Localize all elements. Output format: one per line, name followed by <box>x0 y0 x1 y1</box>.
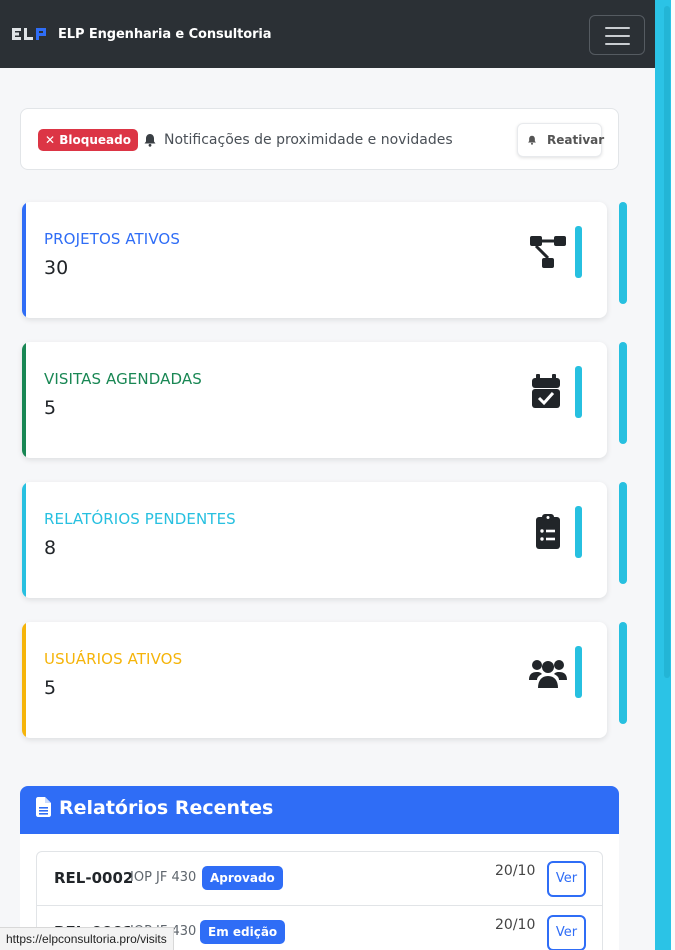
reactivate-label: Reativar <box>547 133 605 147</box>
stat-card-active-users[interactable]: USUÁRIOS ATIVOS 5 <box>22 622 607 738</box>
report-code: REL-0002 <box>54 869 134 887</box>
card-accent <box>22 482 26 598</box>
report-status-badge: Aprovado <box>202 866 283 890</box>
stat-value: 5 <box>44 397 57 419</box>
stat-label: PROJETOS ATIVOS <box>44 230 180 248</box>
clipboard-list-icon <box>536 514 560 549</box>
report-row[interactable]: REL-0002 IOP JF 430 Aprovado 20/10 Ver <box>37 852 602 905</box>
stat-value: 30 <box>44 257 69 279</box>
report-status-badge: Em edição <box>200 920 286 944</box>
stat-card-projects[interactable]: PROJETOS ATIVOS 30 <box>22 202 607 318</box>
bell-icon <box>528 135 536 145</box>
reactivate-notifications-button[interactable]: Reativar <box>517 123 605 157</box>
project-diagram-icon <box>530 236 566 268</box>
report-project: IOP JF 430 <box>130 870 197 885</box>
card-accent <box>22 342 26 458</box>
hamburger-icon-line <box>605 27 630 29</box>
card-indicator-bar <box>575 646 582 698</box>
bell-icon <box>144 134 156 147</box>
top-navbar: ELP Engenharia e Consultoria <box>0 0 655 68</box>
notification-description: Notificações de proximidade e novidades <box>164 132 453 148</box>
status-url-tooltip: https://elpconsultoria.pro/visits <box>0 927 174 950</box>
card-side-indicator <box>619 342 627 444</box>
notification-settings-bar: ✕ Bloqueado Notificações de proximidade … <box>20 108 619 170</box>
blocked-status-badge: ✕ Bloqueado <box>38 129 138 151</box>
card-accent <box>22 622 26 738</box>
recent-reports-header: Relatórios Recentes <box>20 786 619 834</box>
card-indicator-bar <box>575 506 582 558</box>
card-side-indicator <box>619 202 627 304</box>
brand-title[interactable]: ELP Engenharia e Consultoria <box>58 27 272 42</box>
hamburger-icon-line <box>605 35 630 37</box>
stat-label: USUÁRIOS ATIVOS <box>44 650 183 668</box>
card-accent <box>22 202 26 318</box>
card-indicator-bar <box>575 226 582 278</box>
card-side-indicator <box>619 482 627 584</box>
stat-card-pending-reports[interactable]: RELATÓRIOS PENDENTES 8 <box>22 482 607 598</box>
card-side-indicator <box>619 622 627 724</box>
recent-reports-title: Relatórios Recentes <box>59 797 274 819</box>
stat-value: 5 <box>44 677 57 699</box>
users-icon <box>529 660 567 688</box>
stat-card-visits[interactable]: VISITAS AGENDADAS 5 <box>22 342 607 458</box>
recent-reports-panel: Relatórios Recentes REL-0002 IOP JF 430 … <box>20 786 619 950</box>
view-report-button[interactable]: Ver <box>547 915 586 950</box>
report-date: 20/10 <box>495 863 536 879</box>
elp-logo-icon[interactable] <box>12 27 48 41</box>
stat-label: VISITAS AGENDADAS <box>44 370 202 388</box>
stat-value: 8 <box>44 537 57 559</box>
file-alt-icon <box>36 797 51 817</box>
stat-label: RELATÓRIOS PENDENTES <box>44 510 236 528</box>
calendar-check-icon <box>532 374 560 408</box>
view-report-button[interactable]: Ver <box>547 861 586 897</box>
report-date: 20/10 <box>495 917 536 933</box>
card-indicator-bar <box>575 366 582 418</box>
menu-toggle-button[interactable] <box>589 15 645 55</box>
hamburger-icon-line <box>605 43 630 45</box>
page-scrollbar-thumb[interactable] <box>664 6 670 678</box>
